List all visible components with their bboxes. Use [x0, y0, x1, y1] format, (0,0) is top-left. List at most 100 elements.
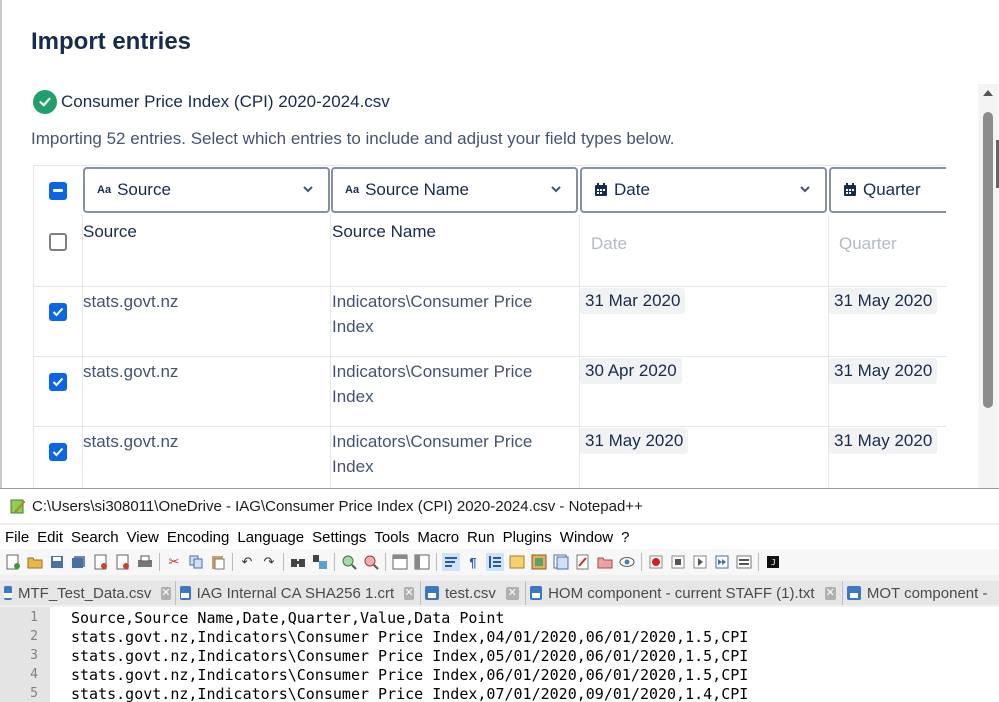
close-tab-icon[interactable]: ✕	[505, 586, 519, 600]
dialog-border	[0, 0, 2, 488]
line-number: 5	[30, 686, 38, 701]
tab-file[interactable]: HOM component - current STAFF (1).txt ✕	[525, 581, 843, 605]
row-checkbox[interactable]	[49, 373, 67, 391]
undo-icon[interactable]: ↶	[238, 553, 256, 571]
menu-macro[interactable]: Macro	[417, 529, 459, 546]
plugin-console-icon[interactable]: J	[764, 553, 782, 571]
field-type-select-source-name[interactable]: Aa Source Name	[331, 167, 578, 213]
tab-file[interactable]: MTF_Test_Data.csv ✕	[0, 581, 176, 605]
svg-text:J: J	[771, 558, 776, 567]
file-tab-bar: MTF_Test_Data.csv ✕ IAG Internal CA SHA2…	[0, 581, 999, 605]
udl-icon[interactable]	[508, 553, 526, 571]
menu-settings[interactable]: Settings	[312, 529, 366, 546]
menu-help[interactable]: ?	[621, 529, 629, 546]
sync-horizontal-icon[interactable]	[413, 553, 431, 571]
menu-view[interactable]: View	[127, 529, 159, 546]
row-checkbox[interactable]	[49, 443, 67, 461]
find-icon[interactable]	[289, 553, 307, 571]
save-icon[interactable]	[48, 553, 66, 571]
sync-vertical-icon[interactable]	[391, 553, 409, 571]
row-checkbox-header[interactable]	[49, 233, 67, 251]
show-all-characters-icon[interactable]: ¶	[464, 553, 482, 571]
indent-guide-icon[interactable]	[486, 553, 504, 571]
table-border	[33, 165, 34, 488]
cell-source: stats.govt.nz	[83, 432, 179, 451]
menu-tools[interactable]: Tools	[374, 529, 409, 546]
field-type-select-date[interactable]: Date	[580, 167, 827, 213]
run-multiple-icon[interactable]	[713, 553, 731, 571]
save-macro-icon[interactable]	[735, 553, 753, 571]
close-tab-icon[interactable]: ✕	[161, 586, 171, 600]
toolbar-separator	[436, 553, 437, 571]
save-all-icon[interactable]	[70, 553, 88, 571]
toolbar-separator	[334, 553, 335, 571]
code-line: stats.govt.nz,Indicators\Consumer Price …	[71, 628, 749, 646]
line-number: 4	[30, 667, 38, 682]
file-saved-icon	[180, 586, 191, 600]
new-file-icon[interactable]	[4, 553, 22, 571]
open-folder-icon[interactable]	[26, 553, 44, 571]
tab-label: IAG Internal CA SHA256 1.crt	[196, 584, 395, 602]
menu-encoding[interactable]: Encoding	[167, 529, 230, 546]
scroll-up-arrow-icon[interactable]	[982, 88, 994, 98]
toolbar-separator	[758, 553, 759, 571]
text-editor[interactable]: 1 2 3 4 5 Source,Source Name,Date,Quarte…	[0, 607, 999, 702]
menu-plugins[interactable]: Plugins	[503, 529, 552, 546]
line-number: 1	[30, 610, 38, 625]
dialog-title: Import entries	[31, 28, 192, 55]
tab-label: test.csv	[445, 584, 496, 602]
close-tab-icon[interactable]: ✕	[404, 586, 414, 600]
date-chip: 31 May 2020	[580, 428, 689, 454]
cell-source: stats.govt.nz	[83, 362, 179, 381]
file-saved-icon	[846, 586, 861, 600]
file-saved-icon	[4, 586, 12, 600]
select-all-checkbox[interactable]	[49, 182, 67, 200]
menu-file[interactable]: File	[5, 529, 29, 546]
row-divider	[33, 165, 946, 166]
tab-file[interactable]: IAG Internal CA SHA256 1.crt ✕	[176, 581, 421, 605]
close-tab-icon[interactable]: ✕	[824, 586, 836, 600]
playback-icon[interactable]	[691, 553, 709, 571]
folder-as-workspace-icon[interactable]	[596, 553, 614, 571]
cut-icon[interactable]: ✂	[165, 553, 183, 571]
menu-window[interactable]: Window	[560, 529, 613, 546]
zoom-out-icon[interactable]	[362, 553, 380, 571]
zoom-in-icon[interactable]	[340, 553, 358, 571]
field-type-select-source[interactable]: Aa Source	[83, 167, 330, 213]
tab-file[interactable]: test.csv ✕	[421, 581, 526, 605]
copy-icon[interactable]	[187, 553, 205, 571]
close-file-icon[interactable]	[92, 553, 110, 571]
calendar-icon	[844, 183, 856, 196]
menu-run[interactable]: Run	[467, 529, 495, 546]
row-checkbox[interactable]	[49, 303, 67, 321]
calendar-icon	[595, 183, 607, 196]
toolbar-separator	[283, 553, 284, 571]
record-macro-icon[interactable]	[647, 553, 665, 571]
code-line: stats.govt.nz,Indicators\Consumer Price …	[71, 647, 749, 665]
menu-language[interactable]: Language	[237, 529, 304, 546]
redo-icon[interactable]: ↷	[260, 553, 278, 571]
success-check-icon	[33, 90, 57, 114]
menu-edit[interactable]: Edit	[37, 529, 63, 546]
doc-map-icon[interactable]	[530, 553, 548, 571]
cell-source-name-wrap: Index	[332, 457, 374, 476]
function-list-icon[interactable]	[574, 553, 592, 571]
scrollbar-thumb[interactable]	[983, 112, 993, 408]
stop-recording-icon[interactable]	[669, 553, 687, 571]
menu-search[interactable]: Search	[71, 529, 119, 546]
cell-source-name-wrap: Index	[332, 317, 374, 336]
paste-icon[interactable]	[209, 553, 227, 571]
entries-table: Aa Source Aa Source Name Date Quarter So…	[33, 165, 946, 488]
replace-icon[interactable]	[311, 553, 329, 571]
line-number: 3	[30, 648, 38, 663]
monitoring-eye-icon[interactable]	[618, 553, 636, 571]
column-divider	[330, 215, 331, 488]
uploaded-file: Consumer Price Index (CPI) 2020-2024.csv	[33, 89, 390, 115]
import-dialog: Import entries Consumer Price Index (CPI…	[0, 0, 999, 488]
field-type-select-quarter[interactable]: Quarter	[829, 167, 946, 213]
close-all-icon[interactable]	[114, 553, 132, 571]
print-icon[interactable]	[136, 553, 154, 571]
doc-list-icon[interactable]	[552, 553, 570, 571]
tab-file[interactable]: MOT component -	[842, 581, 999, 605]
word-wrap-icon[interactable]	[442, 553, 460, 571]
